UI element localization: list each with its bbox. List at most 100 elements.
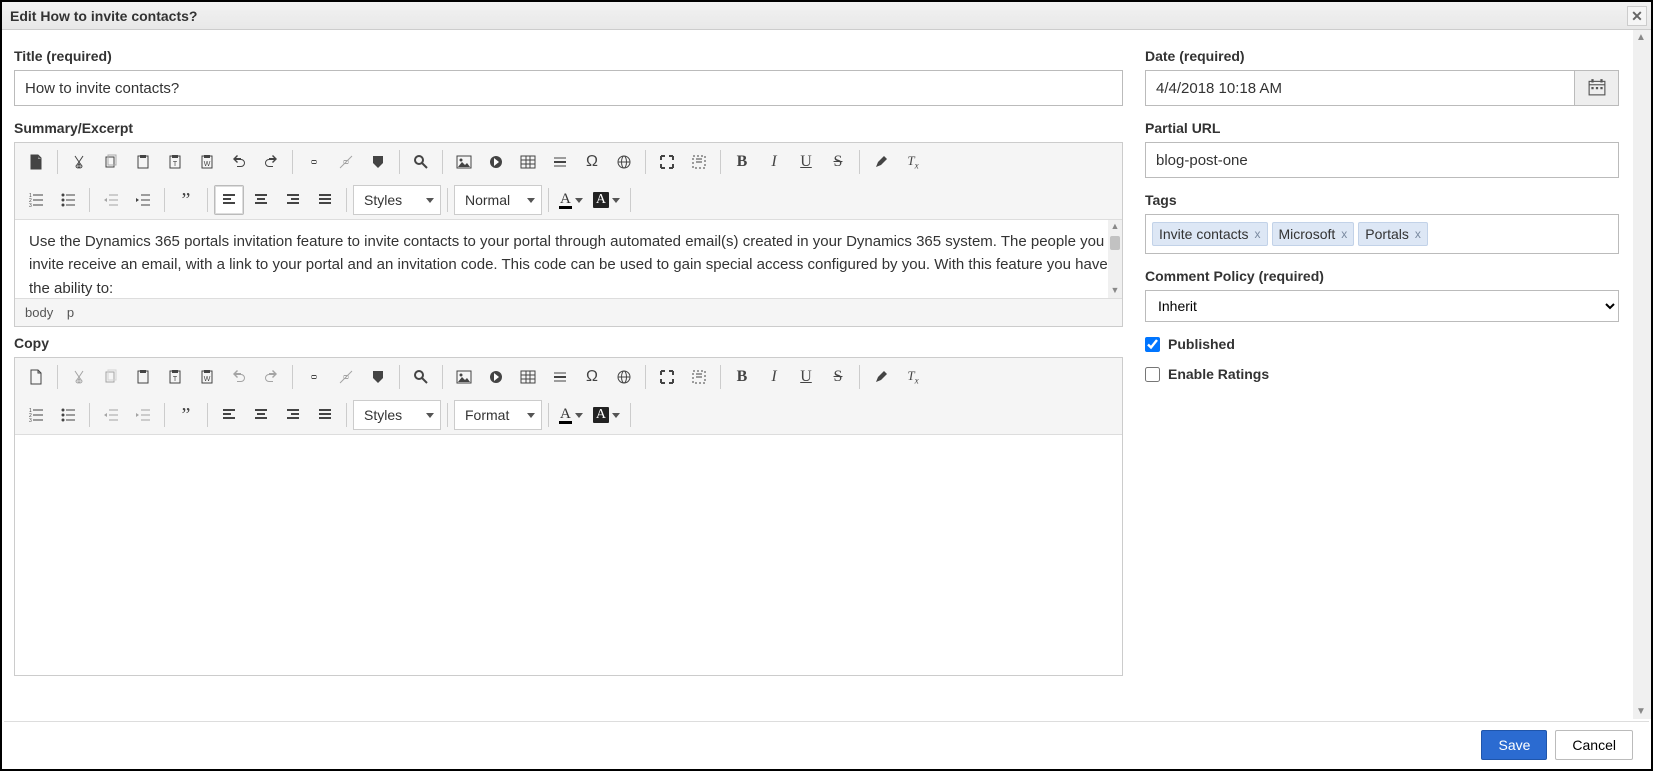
align-justify-button[interactable]: [310, 400, 340, 430]
align-center-button[interactable]: [246, 185, 276, 215]
source-button[interactable]: [21, 362, 51, 392]
bgcolor-button[interactable]: A: [589, 185, 624, 215]
unlink-button[interactable]: [331, 147, 361, 177]
hr-button[interactable]: [545, 147, 575, 177]
format-dropdown[interactable]: Format: [454, 400, 542, 430]
align-left-button[interactable]: [214, 185, 244, 215]
styles-dropdown[interactable]: Styles: [353, 185, 441, 215]
paste-word-button[interactable]: W: [192, 362, 222, 392]
link-button[interactable]: [299, 147, 329, 177]
unlink-button[interactable]: [331, 362, 361, 392]
path-p[interactable]: p: [67, 305, 74, 320]
find-button[interactable]: [406, 147, 436, 177]
vertical-scrollbar[interactable]: ▲ ▼: [1633, 30, 1649, 719]
tags-input[interactable]: Invite contactsx Microsoftx Portalsx: [1145, 214, 1619, 254]
enable-ratings-checkbox[interactable]: [1145, 367, 1160, 382]
maximize-button[interactable]: [652, 362, 682, 392]
table-button[interactable]: [513, 147, 543, 177]
tag-item: Portalsx: [1358, 222, 1428, 246]
blockquote-button[interactable]: ”: [171, 185, 201, 215]
highlight-button[interactable]: [866, 147, 896, 177]
paste-text-button[interactable]: T: [160, 362, 190, 392]
textcolor-button[interactable]: A: [555, 400, 587, 430]
summary-scrollbar[interactable]: ▲ ▼: [1108, 220, 1122, 298]
removeformat-button[interactable]: Tx: [898, 362, 928, 392]
iframe-button[interactable]: [609, 362, 639, 392]
redo-button[interactable]: [256, 147, 286, 177]
italic-button[interactable]: I: [759, 147, 789, 177]
bulletlist-button[interactable]: [53, 400, 83, 430]
bgcolor-button[interactable]: A: [589, 400, 624, 430]
align-justify-button[interactable]: [310, 185, 340, 215]
paste-word-button[interactable]: W: [192, 147, 222, 177]
underline-button[interactable]: U: [791, 147, 821, 177]
underline-button[interactable]: U: [791, 362, 821, 392]
tag-remove-icon[interactable]: x: [1341, 227, 1347, 241]
maximize-button[interactable]: [652, 147, 682, 177]
showblocks-button[interactable]: [684, 362, 714, 392]
specialchar-button[interactable]: Ω: [577, 362, 607, 392]
strike-button[interactable]: S: [823, 362, 853, 392]
align-right-button[interactable]: [278, 400, 308, 430]
hr-button[interactable]: [545, 362, 575, 392]
cut-button[interactable]: [64, 147, 94, 177]
undo-button[interactable]: [224, 362, 254, 392]
save-button[interactable]: Save: [1481, 730, 1547, 760]
date-picker-button[interactable]: [1575, 70, 1619, 106]
specialchar-button[interactable]: Ω: [577, 147, 607, 177]
close-button[interactable]: ✕: [1627, 6, 1647, 26]
highlight-button[interactable]: [866, 362, 896, 392]
italic-button[interactable]: I: [759, 362, 789, 392]
copy-button[interactable]: [96, 362, 126, 392]
numlist-button[interactable]: 123: [21, 185, 51, 215]
redo-button[interactable]: [256, 362, 286, 392]
paste-button[interactable]: [128, 147, 158, 177]
partial-url-input[interactable]: [1145, 142, 1619, 178]
summary-body[interactable]: Use the Dynamics 365 portals invitation …: [15, 220, 1122, 298]
table-button[interactable]: [513, 362, 543, 392]
align-right-button[interactable]: [278, 185, 308, 215]
cancel-button[interactable]: Cancel: [1555, 730, 1633, 760]
copy-body[interactable]: [15, 435, 1122, 675]
published-checkbox[interactable]: [1145, 337, 1160, 352]
cut-button[interactable]: [64, 362, 94, 392]
paste-text-button[interactable]: T: [160, 147, 190, 177]
link-button[interactable]: [299, 362, 329, 392]
outdent-button[interactable]: [96, 185, 126, 215]
bold-button[interactable]: B: [727, 147, 757, 177]
showblocks-button[interactable]: [684, 147, 714, 177]
summary-editor: T W Ω B: [14, 142, 1123, 327]
textcolor-button[interactable]: A: [555, 185, 587, 215]
anchor-button[interactable]: [363, 147, 393, 177]
path-body[interactable]: body: [25, 305, 53, 320]
bulletlist-button[interactable]: [53, 185, 83, 215]
styles-dropdown[interactable]: Styles: [353, 400, 441, 430]
indent-button[interactable]: [128, 185, 158, 215]
image-button[interactable]: [449, 362, 479, 392]
align-center-button[interactable]: [246, 400, 276, 430]
iframe-button[interactable]: [609, 147, 639, 177]
indent-button[interactable]: [128, 400, 158, 430]
copy-button[interactable]: [96, 147, 126, 177]
outdent-button[interactable]: [96, 400, 126, 430]
source-button[interactable]: [21, 147, 51, 177]
flash-button[interactable]: [481, 362, 511, 392]
bold-button[interactable]: B: [727, 362, 757, 392]
align-left-button[interactable]: [214, 400, 244, 430]
comment-policy-select[interactable]: Inherit: [1145, 290, 1619, 322]
removeformat-button[interactable]: Tx: [898, 147, 928, 177]
format-dropdown[interactable]: Normal: [454, 185, 542, 215]
flash-button[interactable]: [481, 147, 511, 177]
blockquote-button[interactable]: ”: [171, 400, 201, 430]
undo-button[interactable]: [224, 147, 254, 177]
image-button[interactable]: [449, 147, 479, 177]
anchor-button[interactable]: [363, 362, 393, 392]
tag-remove-icon[interactable]: x: [1255, 227, 1261, 241]
numlist-button[interactable]: 123: [21, 400, 51, 430]
tag-remove-icon[interactable]: x: [1415, 227, 1421, 241]
date-input[interactable]: [1145, 70, 1575, 106]
find-button[interactable]: [406, 362, 436, 392]
strike-button[interactable]: S: [823, 147, 853, 177]
paste-button[interactable]: [128, 362, 158, 392]
title-input[interactable]: [14, 70, 1123, 106]
